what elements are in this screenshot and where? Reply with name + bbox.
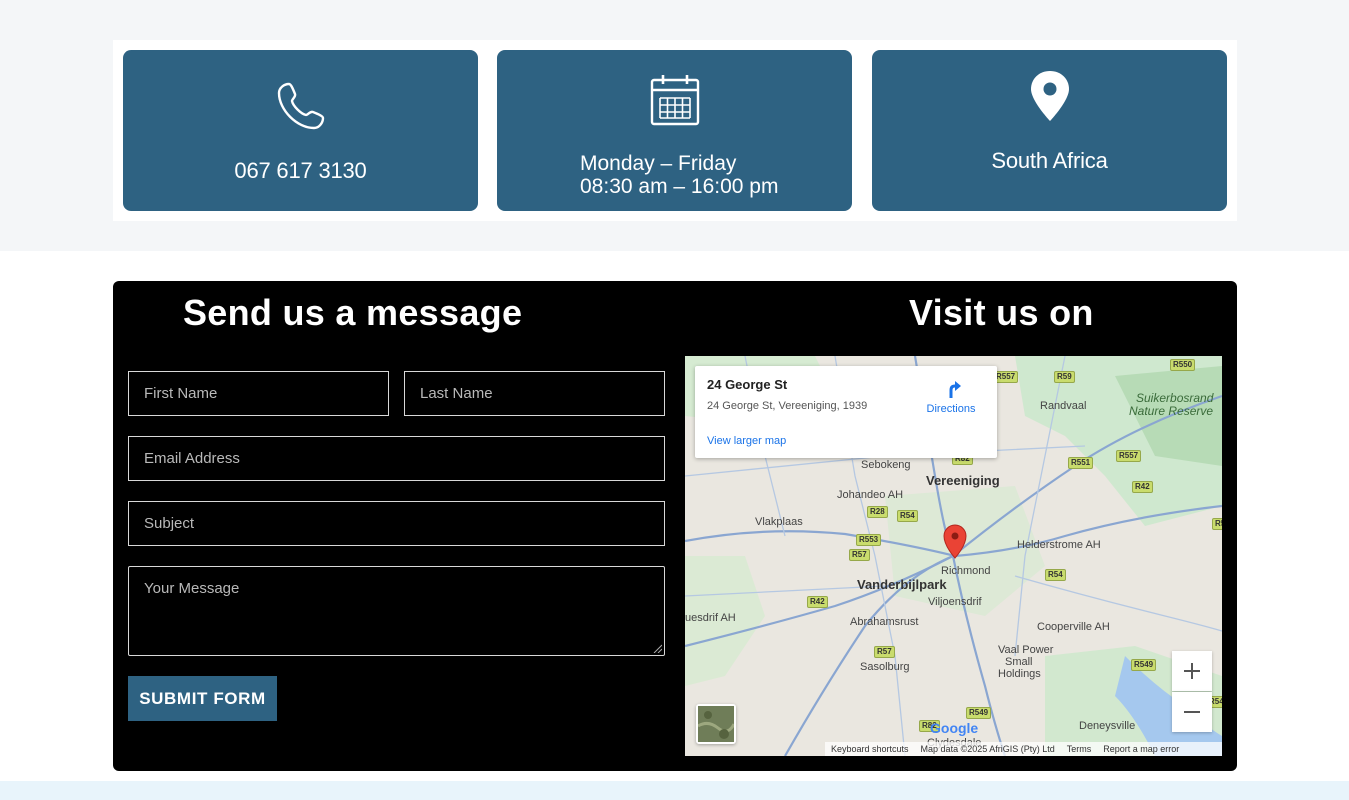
map-label-vlakplaas: Vlakplaas (755, 516, 803, 528)
route-r549-a: R549 (1131, 659, 1157, 671)
map-heading: Visit us on (909, 292, 1094, 333)
route-r551: R551 (1068, 457, 1094, 469)
first-name-input[interactable]: First Name (128, 371, 389, 416)
message-textarea[interactable]: Your Message (128, 566, 665, 656)
hours-days: Monday – Friday (580, 152, 737, 175)
message-placeholder: Your Message (144, 580, 240, 597)
map-label-vereeniging: Vereeniging (926, 473, 1000, 488)
last-name-input[interactable]: Last Name (404, 371, 665, 416)
subject-input[interactable]: Subject (128, 501, 665, 546)
terms-link[interactable]: Terms (1067, 744, 1092, 754)
map-label-deneysville: Deneysville (1079, 720, 1136, 732)
map-label-holdings: Holdings (998, 668, 1041, 680)
map-label-abrahamsrust: Abrahamsrust (850, 616, 919, 628)
map-label-randvaal: Randvaal (1040, 400, 1087, 412)
form-heading: Send us a message (183, 292, 523, 333)
route-r57-b: R57 (874, 646, 895, 658)
satellite-thumbnail-icon (697, 706, 736, 742)
resize-handle-icon[interactable] (652, 643, 662, 653)
route-r42-b: R42 (807, 596, 828, 608)
minus-icon (1184, 711, 1200, 713)
route-r553: R553 (856, 534, 882, 546)
route-r5: R5 (1212, 518, 1222, 530)
route-r557-b: R557 (1116, 450, 1142, 462)
place-title: 24 George St (707, 377, 788, 392)
map-pin-icon (1030, 70, 1070, 127)
zoom-in-button[interactable] (1172, 651, 1212, 691)
directions-button[interactable]: Directions (923, 378, 979, 415)
map-label-suikerbosrand: Suikerbosrand (1136, 391, 1214, 405)
satellite-layer-toggle[interactable] (696, 704, 736, 744)
place-address: 24 George St, Vereeniging, 1939 (707, 400, 868, 412)
map-data-attribution: Map data ©2025 AfriGIS (Pty) Ltd (920, 744, 1055, 754)
directions-icon (949, 381, 961, 398)
phone-icon (275, 80, 327, 137)
map-footer: Keyboard shortcuts Map data ©2025 AfriGI… (825, 742, 1222, 756)
route-r59: R59 (1054, 371, 1075, 383)
zoom-out-button[interactable] (1172, 692, 1212, 732)
hours-card: Monday – Friday 08:30 am – 16:00 pm (497, 50, 852, 211)
submit-form-button[interactable]: SUBMIT FORM (128, 676, 277, 721)
route-r550: R550 (1170, 359, 1196, 371)
location-text: South Africa (991, 148, 1108, 173)
map-label-cooperville: Cooperville AH (1037, 621, 1110, 633)
map-label-nature-reserve: Nature Reserve (1129, 404, 1214, 418)
map-label-sebokeng: Sebokeng (861, 459, 911, 471)
phone-card: 067 617 3130 (123, 50, 478, 211)
phone-number[interactable]: 067 617 3130 (123, 158, 478, 184)
route-r54-b: R54 (1045, 569, 1066, 581)
route-r28: R28 (867, 506, 888, 518)
map-label-small: Small (1005, 656, 1033, 668)
contact-cards-container: 067 617 3130 Monday – Friday 08:30 am – … (113, 40, 1237, 221)
route-r57-a: R57 (849, 549, 870, 561)
google-map[interactable]: Vereeniging Vanderbijlpark Sebokeng Joha… (685, 356, 1222, 756)
map-label-vanderbijlpark: Vanderbijlpark (857, 577, 947, 592)
map-label-richmond: Richmond (941, 565, 991, 577)
footer-strip (0, 781, 1349, 800)
calendar-icon (650, 74, 700, 131)
map-label-vaal-power: Vaal Power (998, 644, 1054, 656)
business-hours: Monday – Friday 08:30 am – 16:00 pm (580, 152, 778, 198)
map-label-uesdrif: uesdrif AH (685, 612, 736, 624)
directions-label: Directions (926, 403, 976, 415)
route-r42-a: R42 (1132, 481, 1153, 493)
email-input[interactable]: Email Address (128, 436, 665, 481)
report-error-link[interactable]: Report a map error (1103, 744, 1179, 754)
google-logo: Google (930, 720, 979, 736)
location-card: South Africa (872, 50, 1227, 211)
hours-time: 08:30 am – 16:00 pm (580, 175, 779, 198)
route-r549-b: R549 (966, 707, 992, 719)
view-larger-map-link[interactable]: View larger map (707, 435, 786, 447)
map-label-viljoensdrif: Viljoensdrif (928, 596, 982, 608)
plus-icon (1184, 663, 1200, 679)
keyboard-shortcuts-link[interactable]: Keyboard shortcuts (831, 744, 909, 754)
contact-panel: Send us a message Visit us on First Name… (113, 281, 1237, 771)
map-label-sasolburg: Sasolburg (860, 661, 910, 673)
route-r54-a: R54 (897, 510, 918, 522)
map-label-johandeo: Johandeo AH (837, 489, 904, 501)
place-info-card: 24 George St 24 George St, Vereeniging, … (695, 366, 997, 458)
map-label-helderstrome: Helderstrome AH (1017, 539, 1101, 551)
